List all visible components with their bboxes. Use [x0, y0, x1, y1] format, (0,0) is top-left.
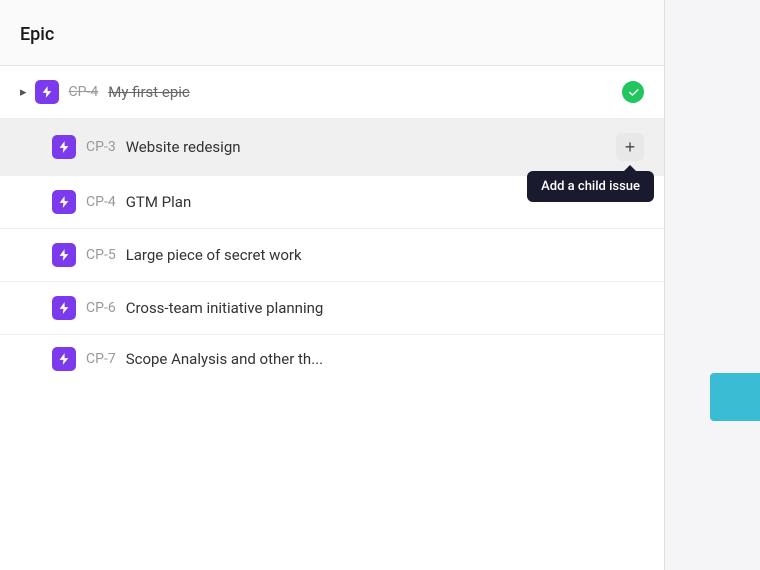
epic-id-cp4-parent: CP-4 — [69, 84, 99, 100]
right-panel — [665, 0, 760, 570]
lightning-icon — [40, 85, 54, 99]
epic-row-cp6[interactable]: CP-6 Cross-team initiative planning — [0, 282, 664, 335]
left-panel: Epic ▸ CP-4 My first epic CP-3 Website r… — [0, 0, 665, 570]
epic-title-cp3: Website redesign — [126, 138, 616, 156]
epic-title-cp4-parent: My first epic — [108, 83, 622, 101]
completed-checkmark-icon — [622, 81, 644, 103]
epic-title-cp7: Scope Analysis and other th... — [126, 350, 644, 368]
epic-row-cp4-gtm[interactable]: CP-4 GTM Plan — [0, 176, 664, 229]
main-container: Epic ▸ CP-4 My first epic CP-3 Website r… — [0, 0, 760, 570]
lightning-icon-cp4-gtm — [57, 195, 71, 209]
lightning-icon-cp6 — [57, 301, 71, 315]
epic-type-icon-cp6 — [52, 296, 76, 320]
epic-header-title: Epic — [20, 24, 644, 45]
header-row: Epic — [0, 0, 664, 66]
epic-id-cp7: CP-7 — [86, 351, 116, 367]
lightning-icon-cp5 — [57, 248, 71, 262]
epic-id-cp5: CP-5 — [86, 247, 116, 263]
epic-id-cp6: CP-6 — [86, 300, 116, 316]
epic-row-cp5[interactable]: CP-5 Large piece of secret work — [0, 229, 664, 282]
epic-title-cp4-gtm: GTM Plan — [126, 193, 644, 211]
lightning-icon-cp7 — [57, 352, 71, 366]
epic-row-cp4-parent[interactable]: ▸ CP-4 My first epic — [0, 66, 664, 119]
epic-id-cp3: CP-3 — [86, 139, 116, 155]
epic-row-cp3[interactable]: CP-3 Website redesign + Add a child issu… — [0, 119, 664, 176]
check-icon — [627, 86, 640, 99]
epic-row-cp7[interactable]: CP-7 Scope Analysis and other th... — [0, 335, 664, 383]
epic-type-icon-cp5 — [52, 243, 76, 267]
epic-type-icon — [35, 80, 59, 104]
lightning-icon-cp3 — [57, 140, 71, 154]
epic-id-cp4-gtm: CP-4 — [86, 194, 116, 210]
epic-type-icon-cp3 — [52, 135, 76, 159]
epic-title-cp6: Cross-team initiative planning — [126, 299, 644, 317]
teal-progress-bar — [710, 373, 760, 421]
add-child-wrapper: + Add a child issue — [616, 133, 644, 161]
chevron-icon: ▸ — [20, 85, 27, 100]
add-child-button[interactable]: + — [616, 133, 644, 161]
epic-type-icon-cp4-gtm — [52, 190, 76, 214]
epic-type-icon-cp7 — [52, 347, 76, 371]
epic-title-cp5: Large piece of secret work — [126, 246, 644, 264]
